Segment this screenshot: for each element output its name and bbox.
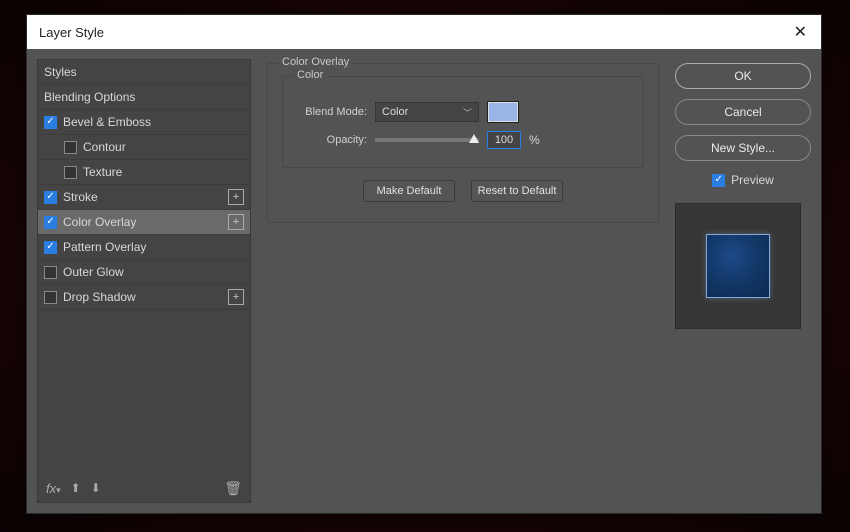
arrow-down-icon[interactable]: ⬇ (91, 481, 101, 495)
blend-mode-value: Color (382, 106, 408, 118)
subgroup-legend: Color (293, 69, 327, 81)
checkbox[interactable] (44, 241, 57, 254)
sidebar-item-label: Pattern Overlay (63, 240, 244, 254)
sidebar-item-label: Texture (83, 165, 244, 179)
group-legend: Color Overlay (278, 56, 353, 68)
layer-style-dialog: Layer Style ✕ Styles Blending Options Beve… (26, 14, 822, 514)
checkbox[interactable] (44, 116, 57, 129)
sidebar-item-label: Blending Options (44, 90, 244, 104)
sidebar-item-texture[interactable]: Texture (38, 160, 250, 185)
preview-toggle-row: Preview (675, 173, 811, 187)
sidebar-item-styles[interactable]: Styles (38, 60, 250, 85)
sidebar-item-label: Contour (83, 140, 244, 154)
blend-mode-label: Blend Mode: (297, 106, 367, 118)
styles-sidebar: Styles Blending Options Bevel & Emboss Cont… (37, 59, 251, 503)
add-effect-icon[interactable]: + (228, 214, 244, 230)
ok-button[interactable]: OK (675, 63, 811, 89)
close-icon[interactable]: ✕ (794, 22, 807, 42)
fx-icon[interactable]: fx▾ (46, 481, 61, 496)
checkbox[interactable] (44, 266, 57, 279)
slider-thumb-icon[interactable] (469, 134, 479, 143)
sidebar-item-color-overlay[interactable]: Color Overlay + (38, 210, 250, 235)
cancel-button[interactable]: Cancel (675, 99, 811, 125)
add-effect-icon[interactable]: + (228, 289, 244, 305)
blend-mode-row: Blend Mode: Color ﹀ (297, 101, 629, 123)
opacity-input[interactable]: 100 (487, 131, 521, 149)
chevron-down-icon: ﹀ (463, 106, 472, 119)
checkbox[interactable] (44, 291, 57, 304)
preview-checkbox[interactable] (712, 174, 725, 187)
preview-thumbnail (706, 234, 770, 298)
preview-label: Preview (731, 173, 774, 187)
sidebar-item-drop-shadow[interactable]: Drop Shadow + (38, 285, 250, 310)
center-panel: Color Overlay Color Blend Mode: Color ﹀ … (259, 59, 667, 503)
sidebar-item-blending-options[interactable]: Blending Options (38, 85, 250, 110)
dialog-title: Layer Style (39, 25, 104, 40)
sidebar-item-outer-glow[interactable]: Outer Glow (38, 260, 250, 285)
titlebar: Layer Style ✕ (27, 15, 821, 49)
sidebar-item-label: Styles (44, 65, 244, 79)
sidebar-item-contour[interactable]: Contour (38, 135, 250, 160)
sidebar-item-label: Stroke (63, 190, 222, 204)
opacity-row: Opacity: 100 % (297, 131, 629, 149)
add-effect-icon[interactable]: + (228, 189, 244, 205)
opacity-slider[interactable] (375, 138, 479, 142)
sidebar-item-stroke[interactable]: Stroke + (38, 185, 250, 210)
color-subgroup: Color Blend Mode: Color ﹀ Opacity: (282, 76, 644, 168)
trash-icon[interactable]: 🗑 (224, 480, 242, 497)
sidebar-item-bevel-emboss[interactable]: Bevel & Emboss (38, 110, 250, 135)
opacity-label: Opacity: (297, 134, 367, 146)
sidebar-item-label: Bevel & Emboss (63, 115, 244, 129)
sidebar-item-pattern-overlay[interactable]: Pattern Overlay (38, 235, 250, 260)
sidebar-footer: fx▾ ⬆ ⬇ 🗑 (38, 474, 250, 502)
new-style-button[interactable]: New Style... (675, 135, 811, 161)
checkbox[interactable] (44, 216, 57, 229)
default-buttons-row: Make Default Reset to Default (282, 180, 644, 202)
arrow-up-icon[interactable]: ⬆ (71, 481, 81, 495)
preview-box (675, 203, 801, 329)
reset-default-button[interactable]: Reset to Default (471, 180, 563, 202)
checkbox[interactable] (44, 191, 57, 204)
make-default-button[interactable]: Make Default (363, 180, 455, 202)
opacity-unit: % (529, 133, 540, 147)
right-panel: OK Cancel New Style... Preview (675, 59, 811, 503)
checkbox[interactable] (64, 141, 77, 154)
sidebar-item-label: Outer Glow (63, 265, 244, 279)
dialog-body: Styles Blending Options Bevel & Emboss Cont… (27, 49, 821, 513)
sidebar-item-label: Drop Shadow (63, 290, 222, 304)
sidebar-item-label: Color Overlay (63, 215, 222, 229)
checkbox[interactable] (64, 166, 77, 179)
overlay-color-swatch[interactable] (487, 101, 519, 123)
blend-mode-dropdown[interactable]: Color ﹀ (375, 102, 479, 122)
color-overlay-group: Color Overlay Color Blend Mode: Color ﹀ … (267, 63, 659, 223)
